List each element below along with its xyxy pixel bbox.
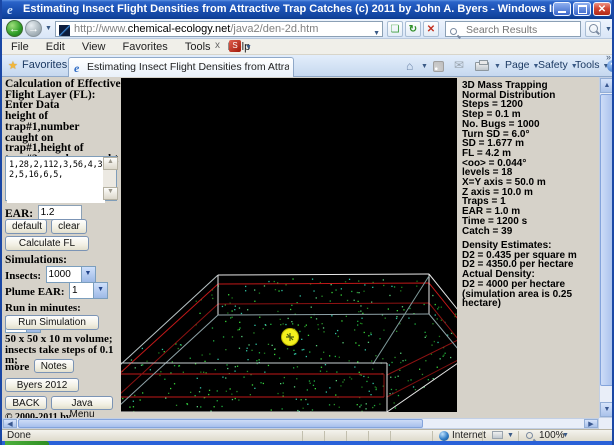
safety-menu-button[interactable]: Safety ▼ <box>538 59 578 71</box>
scroll-right-icon[interactable]: ▶ <box>584 419 598 428</box>
search-options-dropdown-icon[interactable]: ▼ <box>605 26 612 33</box>
horizontal-scroll-thumb[interactable] <box>18 419 423 428</box>
insects-label: Insects: <box>5 270 42 282</box>
start-button-edge[interactable] <box>5 441 49 445</box>
rss-feed-icon[interactable] <box>433 61 444 72</box>
title-bar: e Estimating Insect Flight Densities fro… <box>2 0 612 19</box>
zone-text: Internet <box>452 430 486 441</box>
run-minutes-row: Run in minutes: 20▼ <box>5 298 119 334</box>
plume-ear-label: Plume EAR: <box>5 286 65 298</box>
search-go-icon[interactable] <box>585 21 601 37</box>
stop-icon[interactable]: ✕ <box>423 21 439 37</box>
zoom-dropdown-icon[interactable]: ▼ <box>562 432 569 439</box>
site-favicon <box>59 24 70 36</box>
history-dropdown-icon[interactable]: ▼ <box>45 25 52 32</box>
menu-bar: File Edit View Favorites Tools Help x S … <box>2 39 612 55</box>
more-row: more Notes <box>5 357 74 375</box>
calculate-fl-button[interactable]: Calculate FL <box>5 236 89 251</box>
trap-marker <box>281 328 299 346</box>
scroll-up-icon[interactable]: ▲ <box>600 78 612 93</box>
compatibility-view-icon[interactable]: ❏ <box>387 21 403 37</box>
toolbar-overflow-chevron[interactable]: » <box>606 52 611 62</box>
insects-select[interactable]: 1000 ▼ <box>45 266 96 284</box>
close-button[interactable]: ✕ <box>593 2 611 16</box>
insects-dropdown-icon: ▼ <box>80 267 95 283</box>
taskbar-edge <box>2 441 612 445</box>
simulation-canvas[interactable] <box>121 78 457 412</box>
back-button-page[interactable]: BACK <box>5 396 47 410</box>
menu-tools[interactable]: Tools <box>178 39 218 55</box>
internet-zone-icon <box>439 431 449 441</box>
more-label: more <box>5 361 30 373</box>
zoom-level[interactable]: 100% <box>539 430 565 441</box>
refresh-icon[interactable]: ↻ <box>405 21 421 37</box>
trap-data-textarea-wrap: 1,28,2,112,3,56,4,32,5,16,6,5, ▲ ▼ <box>5 156 118 203</box>
address-bar-row: ← → ▼ http://www.chemical-ecology.net/ja… <box>2 19 612 39</box>
favorites-button[interactable]: Favorites <box>22 59 67 71</box>
trap-data-input[interactable]: 1,28,2,112,3,56,4,32,5,16,6,5, <box>7 158 105 203</box>
menu-edit[interactable]: Edit <box>39 39 72 55</box>
run-simulation-button[interactable]: Run Simulation <box>5 315 99 330</box>
url-text: http://www.chemical-ecology.net/java2/de… <box>74 23 319 35</box>
insects-row: Insects: 1000 ▼ <box>5 266 119 284</box>
address-field[interactable]: http://www.chemical-ecology.net/java2/de… <box>55 21 383 37</box>
default-button[interactable]: default <box>5 219 47 234</box>
active-tab[interactable]: e Estimating Insect Flight Densities fro… <box>68 57 294 77</box>
search-box[interactable] <box>445 21 581 37</box>
vertical-scrollbar[interactable]: ▲ ▼ <box>599 77 612 418</box>
toolbar-close-icon[interactable]: x <box>215 40 220 51</box>
forward-button[interactable]: → <box>25 20 42 37</box>
snagit-dropdown-icon[interactable]: ▼ <box>245 44 252 51</box>
restore-button[interactable] <box>573 2 591 16</box>
menu-favorites[interactable]: Favorites <box>116 39 175 55</box>
home-dropdown-icon[interactable]: ▼ <box>421 63 428 70</box>
scrollbar-corner <box>599 418 612 429</box>
horizontal-scrollbar[interactable]: ◀ ▶ <box>2 418 599 429</box>
ie-logo-icon: e <box>7 2 13 17</box>
notes-button[interactable]: Notes <box>33 358 74 373</box>
java-menu-button[interactable]: Java Menu <box>51 396 113 420</box>
canvas-background <box>121 78 457 412</box>
menu-view[interactable]: View <box>75 39 113 55</box>
home-icon[interactable]: ⌂ <box>406 59 413 73</box>
read-mail-icon[interactable]: ✉ <box>454 58 464 72</box>
back-button[interactable]: ← <box>6 20 23 37</box>
scroll-down-icon[interactable]: ▼ <box>600 402 612 417</box>
simulation-parameters: 3D Mass Trapping Normal Distribution Ste… <box>462 80 556 237</box>
minimize-button[interactable] <box>553 2 571 16</box>
plume-dropdown-icon: ▼ <box>93 283 108 299</box>
plume-ear-select[interactable]: 1 ▼ <box>69 282 109 300</box>
print-icon[interactable] <box>475 60 489 71</box>
textarea-scroll-up-icon[interactable]: ▲ <box>103 157 118 170</box>
protected-mode-icon[interactable] <box>492 431 503 439</box>
simulations-heading: Simulations: <box>5 254 67 266</box>
status-dropdown-icon[interactable]: ▼ <box>507 432 514 439</box>
zoom-icon[interactable] <box>526 432 533 439</box>
tab-row: ★ Favorites e Estimating Insect Flight D… <box>2 52 612 77</box>
window-title: Estimating Insect Flight Densities from … <box>23 3 553 15</box>
tab-favicon-icon: e <box>74 61 80 75</box>
page-menu-button[interactable]: Page ▼ <box>505 59 539 71</box>
search-icon <box>450 28 457 35</box>
scroll-left-icon[interactable]: ◀ <box>3 419 17 428</box>
snagit-icon[interactable]: S <box>229 40 241 52</box>
tab-title: Estimating Insect Flight Densities from … <box>87 61 289 73</box>
menu-file[interactable]: File <box>4 39 36 55</box>
browser-window: e Estimating Insect Flight Densities fro… <box>0 0 614 445</box>
vertical-scroll-thumb[interactable] <box>600 94 612 386</box>
left-panel: Calculation of Effective Flight Layer (F… <box>2 77 121 431</box>
byers-2012-button[interactable]: Byers 2012 <box>5 378 79 392</box>
status-bar: Done Internet ▼ 100% ▼ <box>2 429 612 441</box>
plume-ear-row: Plume EAR: 1 ▼ <box>5 282 119 300</box>
right-panel: 3D Mass Trapping Normal Distribution Ste… <box>457 77 599 418</box>
density-estimates: Density Estimates: D2 = 0.435 per square… <box>462 240 577 310</box>
run-minutes-label: Run in minutes: <box>5 302 81 314</box>
status-text: Done <box>7 430 31 441</box>
search-input[interactable] <box>464 23 576 37</box>
clear-button[interactable]: clear <box>51 219 87 234</box>
tools-menu-button[interactable]: Tools ▼ <box>575 59 609 71</box>
favorites-star-icon[interactable]: ★ <box>8 59 18 72</box>
print-dropdown-icon[interactable]: ▼ <box>494 63 501 70</box>
textarea-scroll-down-icon[interactable]: ▼ <box>103 187 118 200</box>
